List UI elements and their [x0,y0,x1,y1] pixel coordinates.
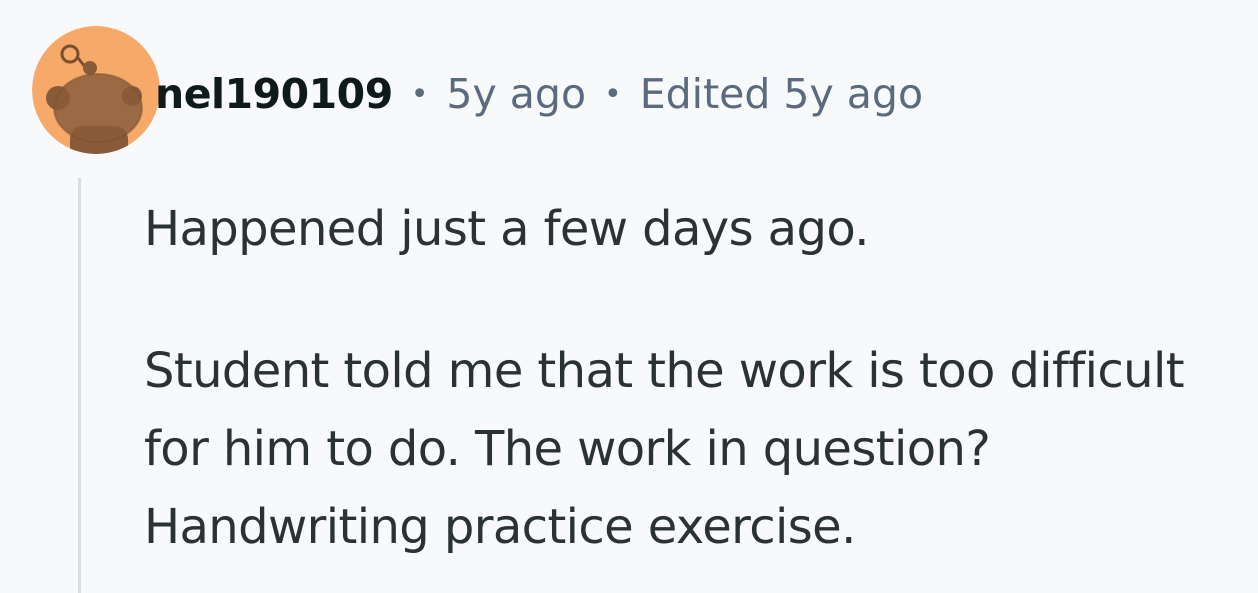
separator-dot: • [604,76,622,112]
avatar[interactable] [32,26,160,154]
separator-dot: • [410,76,429,112]
comment-meta: nel190109 • 5y ago • Edited 5y ago [155,66,923,122]
edited-label: Edited 5y ago [639,70,924,118]
username-link[interactable]: nel190109 [155,70,393,118]
comment-body: Happened just a few days ago. Student to… [144,190,1254,566]
comment-paragraph: Happened just a few days ago. [144,201,870,257]
comment: nel190109 • 5y ago • Edited 5y ago Happe… [0,0,1258,593]
comment-paragraph: Student told me that the work is too dif… [144,343,1185,555]
reddit-snoo-avatar-icon [32,26,160,154]
timestamp[interactable]: 5y ago [446,70,586,118]
thread-line[interactable] [78,178,81,593]
